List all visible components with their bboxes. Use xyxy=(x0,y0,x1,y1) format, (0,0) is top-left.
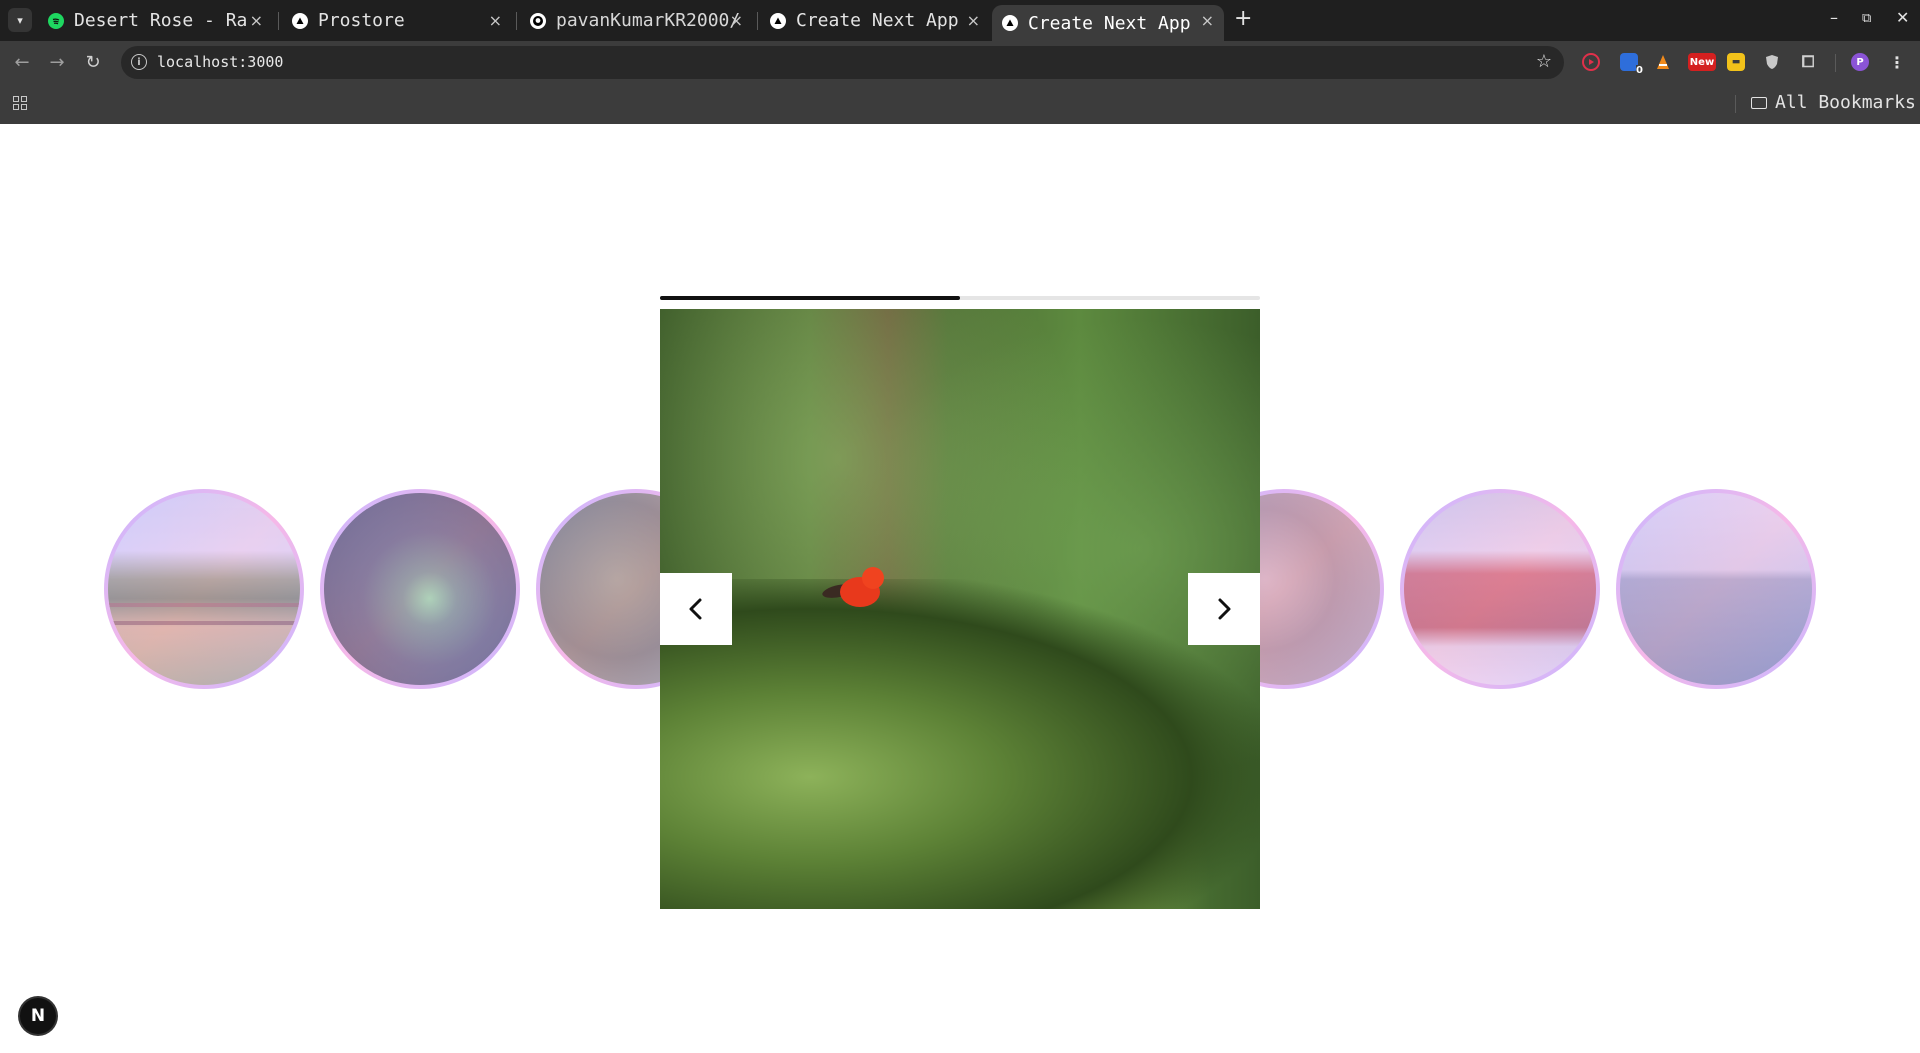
extension-badge: 0 xyxy=(1636,65,1643,76)
avatar[interactable]: P xyxy=(1851,53,1869,71)
nextjs-dev-indicator[interactable]: N xyxy=(20,998,56,1034)
back-icon[interactable]: ← xyxy=(11,51,33,73)
shield-extension-icon[interactable] xyxy=(1763,53,1781,71)
close-icon[interactable]: × xyxy=(250,11,263,30)
thumbnail-image xyxy=(1404,493,1596,685)
bookmarks-bar: All Bookmarks xyxy=(0,83,1920,124)
apps-grid-icon[interactable] xyxy=(13,96,27,110)
page-content: N xyxy=(0,124,1920,1053)
thumbnail-aurora[interactable] xyxy=(320,489,520,689)
tab-title: Prostore xyxy=(318,10,405,31)
tab-title: Create Next App xyxy=(796,10,959,31)
vlc-icon[interactable] xyxy=(1654,53,1672,71)
tab-title: Create Next App xyxy=(1028,12,1191,34)
bookmarks-separator xyxy=(1735,95,1736,113)
main-image xyxy=(660,309,1260,909)
counter-extension-icon[interactable]: 0 xyxy=(1620,53,1643,76)
thumbnail-train[interactable] xyxy=(1400,489,1600,689)
window-close-icon[interactable]: ✕ xyxy=(1896,8,1909,27)
chevron-left-icon xyxy=(689,598,702,620)
url-text: localhost:3000 xyxy=(157,53,284,71)
tab-create-next-app[interactable]: Create Next App × xyxy=(760,5,990,36)
github-icon xyxy=(530,12,546,29)
foliage-layer xyxy=(660,579,1260,909)
close-icon[interactable]: × xyxy=(1201,11,1214,30)
tab-github[interactable]: pavanKumarKR2000/ × xyxy=(520,5,753,36)
forward-icon[interactable]: → xyxy=(46,51,68,73)
thumbnail-image xyxy=(108,493,300,685)
address-bar[interactable]: i localhost:3000 ☆ xyxy=(121,46,1564,79)
thumbnail-image xyxy=(324,493,516,685)
nextjs-icon xyxy=(770,12,786,29)
toolbar-separator xyxy=(1835,54,1836,72)
new-badge-extension-icon[interactable]: New xyxy=(1688,53,1716,71)
kebab-menu-icon[interactable]: ⋮ xyxy=(1888,53,1906,72)
next-button[interactable] xyxy=(1188,573,1260,645)
wallet-icon[interactable]: ▬ xyxy=(1727,53,1745,71)
thumbnail-meadow[interactable] xyxy=(104,489,304,689)
tab-title: pavanKumarKR2000/ xyxy=(556,10,741,31)
folder-icon xyxy=(1751,96,1767,109)
tab-separator xyxy=(516,12,517,30)
minimize-icon[interactable]: – xyxy=(1830,8,1838,27)
thumbnail-image xyxy=(1620,493,1812,685)
bird-head xyxy=(862,567,884,589)
tab-prostore[interactable]: Prostore × xyxy=(282,5,512,36)
chevron-right-icon xyxy=(1218,598,1231,620)
tab-strip: ▾ Desert Rose - Ra × Prostore × pavanKum… xyxy=(0,0,1920,41)
close-icon[interactable]: × xyxy=(967,11,980,30)
previous-button[interactable] xyxy=(660,573,732,645)
new-badge-text: New xyxy=(1689,56,1715,68)
bird-figure xyxy=(821,567,886,607)
tab-title: Desert Rose - Ra xyxy=(74,10,248,31)
nextjs-icon xyxy=(1002,15,1018,31)
tab-separator xyxy=(757,12,758,30)
record-icon[interactable] xyxy=(1582,53,1600,71)
new-tab-button[interactable]: + xyxy=(1234,6,1252,31)
puzzle-icon[interactable]: ⧠ xyxy=(1799,52,1817,71)
all-bookmarks-button[interactable]: All Bookmarks xyxy=(1751,92,1916,113)
spotify-icon xyxy=(48,12,64,29)
close-icon[interactable]: × xyxy=(730,11,743,30)
nextjs-icon xyxy=(292,12,308,29)
dev-indicator-label: N xyxy=(30,1006,46,1026)
site-info-icon[interactable]: i xyxy=(131,54,147,70)
restore-icon[interactable]: ⧉ xyxy=(1862,11,1871,26)
tab-create-next-app-active[interactable]: Create Next App × xyxy=(992,5,1224,41)
progress-fill xyxy=(660,296,960,300)
bookmark-star-icon[interactable]: ☆ xyxy=(1536,51,1552,72)
thumbnail-sea[interactable] xyxy=(1616,489,1816,689)
all-bookmarks-label: All Bookmarks xyxy=(1775,92,1916,113)
progress-track xyxy=(660,296,1260,300)
reload-icon[interactable]: ↻ xyxy=(82,51,104,73)
tab-desert-rose[interactable]: Desert Rose - Ra × xyxy=(38,5,273,36)
avatar-initial: P xyxy=(1856,56,1864,68)
tab-search-chevron-icon[interactable]: ▾ xyxy=(8,8,32,32)
tab-separator xyxy=(278,12,279,30)
close-icon[interactable]: × xyxy=(489,11,502,30)
